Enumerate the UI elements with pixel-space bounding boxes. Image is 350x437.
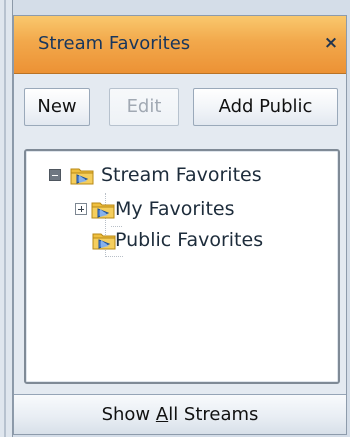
- stream-folder-icon: [92, 233, 116, 250]
- panel-title: Stream Favorites: [38, 33, 191, 54]
- show-all-mnemonic: A: [155, 404, 169, 425]
- tree-node-my-favorites[interactable]: My Favorites: [72, 195, 302, 223]
- favorites-tree[interactable]: Stream Favorites My Favorites Public Fav…: [24, 149, 340, 384]
- tree-node-label: Stream Favorites: [101, 164, 262, 186]
- show-all-streams-button[interactable]: Show All Streams: [14, 394, 346, 434]
- expand-icon[interactable]: [75, 203, 87, 215]
- tree-node-label: Public Favorites: [115, 229, 264, 251]
- favorites-toolbar: New Edit Add Public: [14, 74, 346, 149]
- stream-folder-icon: [91, 202, 115, 219]
- close-icon[interactable]: ×: [320, 32, 342, 54]
- show-all-label-suffix: ll Streams: [168, 404, 259, 425]
- tree-connector-line: [105, 256, 123, 257]
- stream-favorites-panel: Stream Favorites × New Edit Add Public S…: [13, 15, 347, 435]
- show-all-label-prefix: Show: [101, 404, 156, 425]
- tree-node-label: My Favorites: [115, 198, 235, 220]
- add-public-button[interactable]: Add Public: [193, 88, 338, 126]
- panel-title-bar: Stream Favorites ×: [14, 16, 346, 74]
- new-button[interactable]: New: [24, 88, 90, 126]
- stream-favorites-window: Stream Favorites × New Edit Add Public S…: [0, 0, 350, 437]
- tree-node-stream-favorites[interactable]: Stream Favorites: [46, 161, 316, 189]
- edit-button[interactable]: Edit: [109, 88, 179, 126]
- window-edge: [0, 0, 13, 437]
- expand-collapse-icon[interactable]: [49, 169, 61, 181]
- stream-folder-icon: [70, 168, 94, 185]
- tree-node-public-favorites[interactable]: Public Favorites: [92, 226, 332, 254]
